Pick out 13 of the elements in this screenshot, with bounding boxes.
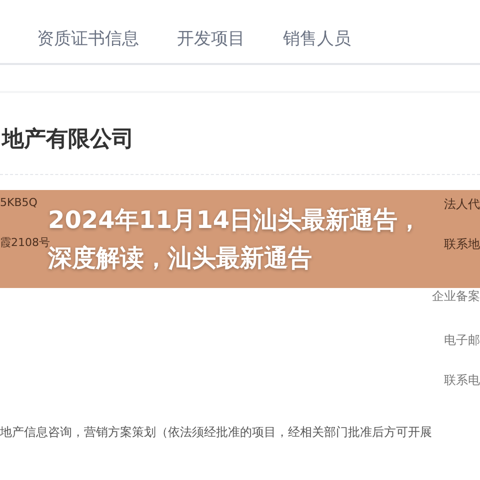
business-scope: 地产信息咨询，营销方案策划（依法须经批准的项目，经相关部门批准后方可开展 bbox=[0, 424, 432, 441]
info-value: 霞2108号 bbox=[0, 235, 50, 249]
article-title: 2024年11月14日汕头最新通告，深度解读，汕头最新通告 bbox=[48, 205, 423, 274]
info-label: 电子邮 bbox=[444, 332, 480, 349]
info-label: 法人代 bbox=[444, 196, 480, 213]
company-name: 地产有限公司 bbox=[2, 126, 134, 154]
info-label: 企业备案 bbox=[432, 288, 480, 305]
nav-tab[interactable]: 资质证书信息 bbox=[37, 26, 139, 52]
nav-tab[interactable]: 开发项目 bbox=[177, 26, 245, 52]
info-value: 5KB5Q bbox=[0, 195, 38, 211]
info-label: 联系电 bbox=[444, 372, 480, 389]
nav-tab[interactable]: 销售人员 bbox=[283, 26, 351, 52]
info-label: 联系地 bbox=[444, 236, 480, 253]
